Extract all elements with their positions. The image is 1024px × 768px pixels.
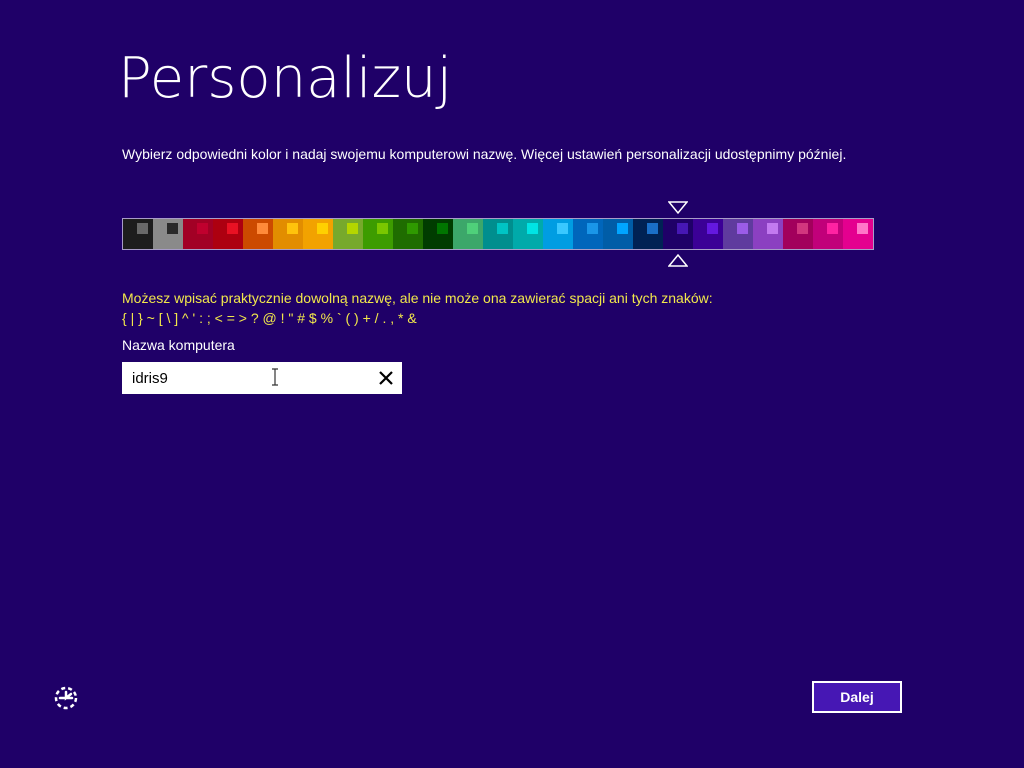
- color-swatch-accent: [527, 223, 538, 234]
- color-swatch[interactable]: [843, 219, 873, 249]
- computer-name-field[interactable]: [122, 362, 402, 394]
- name-rules-text: Możesz wpisać praktycznie dowolną nazwę,…: [122, 290, 713, 306]
- color-swatch-accent: [257, 223, 268, 234]
- color-swatch-accent: [557, 223, 568, 234]
- color-swatch-accent: [497, 223, 508, 234]
- color-swatch[interactable]: [393, 219, 423, 249]
- color-swatch[interactable]: [273, 219, 303, 249]
- color-swatch[interactable]: [453, 219, 483, 249]
- color-swatch-accent: [197, 223, 208, 234]
- i-beam-icon: [272, 368, 278, 386]
- computer-name-label: Nazwa komputera: [122, 337, 235, 353]
- color-swatch-accent: [707, 223, 718, 234]
- color-swatch[interactable]: [633, 219, 663, 249]
- color-swatch-accent: [737, 223, 748, 234]
- color-swatch[interactable]: [183, 219, 213, 249]
- close-icon[interactable]: [376, 368, 396, 388]
- color-swatch-accent: [167, 223, 178, 234]
- name-rules-warning: Możesz wpisać praktycznie dowolną nazwę,…: [122, 288, 713, 328]
- color-swatch-accent: [347, 223, 358, 234]
- color-swatch-accent: [647, 223, 658, 234]
- color-swatch[interactable]: [693, 219, 723, 249]
- color-swatch[interactable]: [483, 219, 513, 249]
- color-swatch-accent: [437, 223, 448, 234]
- color-swatch[interactable]: [543, 219, 573, 249]
- color-swatch[interactable]: [753, 219, 783, 249]
- color-swatch[interactable]: [663, 219, 693, 249]
- color-swatch-accent: [377, 223, 388, 234]
- page-description: Wybierz odpowiedni kolor i nadaj swojemu…: [122, 146, 847, 162]
- computer-name-input[interactable]: [122, 362, 372, 394]
- color-swatch[interactable]: [423, 219, 453, 249]
- color-swatch[interactable]: [813, 219, 843, 249]
- color-swatch-accent: [137, 223, 148, 234]
- selected-color-marker-bottom-icon: [668, 253, 688, 267]
- color-swatch-accent: [857, 223, 868, 234]
- color-swatch[interactable]: [123, 219, 153, 249]
- color-palette: [122, 218, 874, 250]
- ease-of-access-icon[interactable]: [52, 684, 80, 712]
- color-swatch-accent: [587, 223, 598, 234]
- color-swatch[interactable]: [603, 219, 633, 249]
- color-swatch[interactable]: [153, 219, 183, 249]
- color-swatch[interactable]: [573, 219, 603, 249]
- color-swatch-accent: [317, 223, 328, 234]
- forbidden-characters: { | } ~ [ \ ] ^ ' : ; < = > ? @ ! " # $ …: [122, 310, 417, 326]
- color-swatch-accent: [227, 223, 238, 234]
- color-swatch-accent: [407, 223, 418, 234]
- color-swatch-accent: [617, 223, 628, 234]
- color-swatch-accent: [287, 223, 298, 234]
- color-swatch[interactable]: [723, 219, 753, 249]
- page-title: Personalizuj: [118, 46, 453, 111]
- color-swatch-accent: [767, 223, 778, 234]
- color-swatch-accent: [677, 223, 688, 234]
- color-swatch[interactable]: [783, 219, 813, 249]
- color-swatch[interactable]: [363, 219, 393, 249]
- color-swatch[interactable]: [303, 219, 333, 249]
- color-swatch[interactable]: [513, 219, 543, 249]
- color-swatch-accent: [467, 223, 478, 234]
- color-swatch-accent: [797, 223, 808, 234]
- color-swatch-accent: [827, 223, 838, 234]
- selected-color-marker-top-icon: [668, 201, 688, 215]
- color-swatch[interactable]: [333, 219, 363, 249]
- next-button[interactable]: Dalej: [812, 681, 902, 713]
- color-swatch[interactable]: [243, 219, 273, 249]
- color-swatch[interactable]: [213, 219, 243, 249]
